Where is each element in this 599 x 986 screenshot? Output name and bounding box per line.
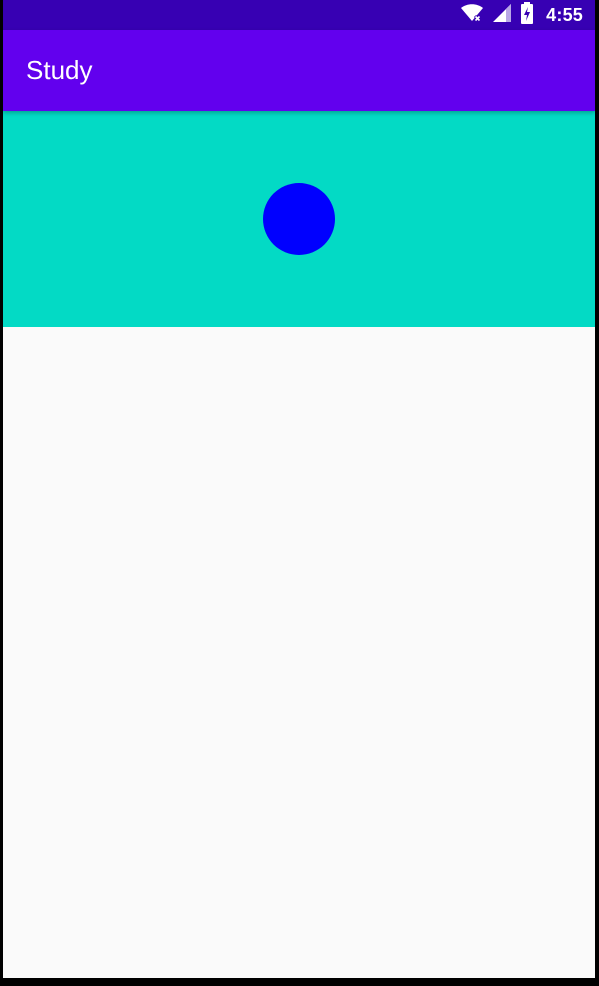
status-time: 4:55 bbox=[546, 4, 583, 25]
phone-screen: 4:55 Study bbox=[3, 0, 595, 978]
app-bar: Study bbox=[3, 30, 595, 111]
cellular-signal-icon bbox=[492, 3, 512, 28]
status-bar: 4:55 bbox=[3, 0, 595, 30]
device-frame: 4:55 Study bbox=[0, 0, 599, 986]
app-title: Study bbox=[26, 55, 93, 85]
header-panel bbox=[3, 111, 595, 327]
status-icons: 4:55 bbox=[460, 0, 583, 30]
content-area bbox=[3, 327, 595, 978]
battery-charging-icon bbox=[520, 1, 534, 29]
wifi-icon bbox=[460, 3, 484, 28]
blue-circle[interactable] bbox=[263, 183, 335, 255]
